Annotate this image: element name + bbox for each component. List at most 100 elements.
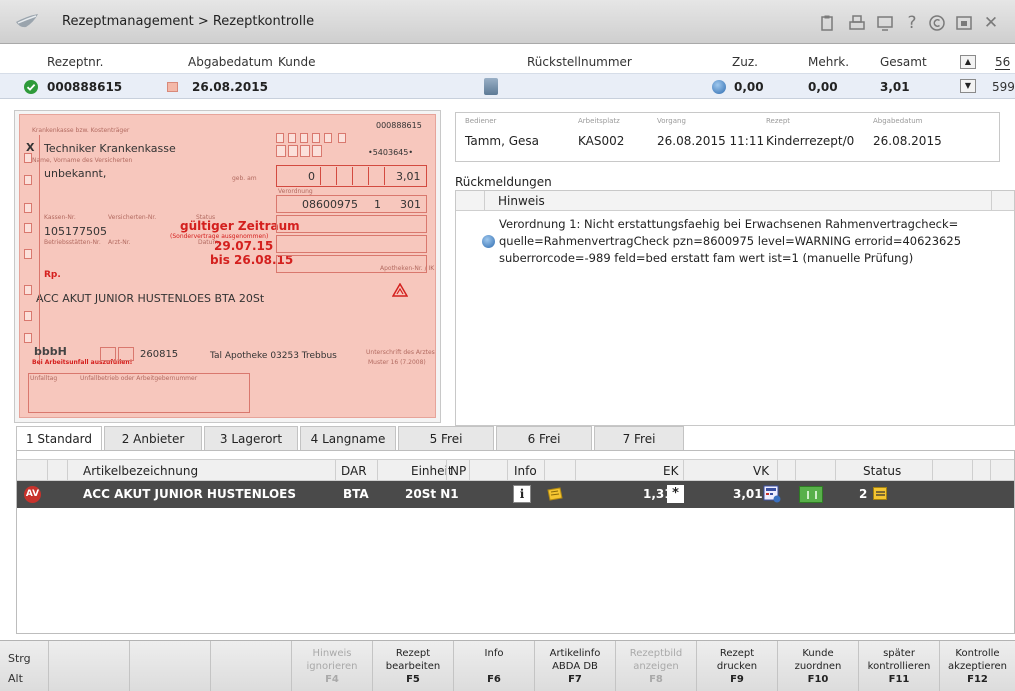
- form-apotheke: Tal Apotheke 03253 Trebbus: [210, 351, 337, 361]
- globe-icon: [482, 235, 495, 248]
- spaeter-kontrollieren-button[interactable]: später kontrollieren F11: [858, 641, 939, 691]
- hinweis-message[interactable]: Verordnung 1: Nicht erstattungsfaehig be…: [499, 216, 961, 267]
- previous-record-button[interactable]: ▲: [960, 55, 976, 69]
- selected-record-row[interactable]: [0, 73, 1015, 99]
- empty-key-3: [210, 641, 291, 691]
- form-menge: 1: [374, 198, 381, 211]
- window-layout-icon[interactable]: [955, 14, 973, 32]
- record-counter-top: 56: [995, 55, 1011, 70]
- info-button[interactable]: Info F6: [453, 641, 534, 691]
- bediener-value: Tamm, Gesa: [465, 134, 539, 148]
- form-code: 260815: [140, 349, 179, 360]
- tab-frei-7[interactable]: 7 Frei: [594, 426, 684, 450]
- info-abgabedatum-label: Abgabedatum: [873, 117, 923, 125]
- form-arzt-label: Arzt-Nr.: [108, 239, 131, 246]
- note-icon[interactable]: [545, 485, 565, 503]
- form-signature: bbbH: [34, 345, 67, 358]
- function-key-bar: Strg Alt Hinweis ignorieren F4 Rezept bearb…: [0, 640, 1015, 691]
- close-icon[interactable]: ✕: [982, 14, 1000, 32]
- row-einheit: 20St N1: [405, 487, 459, 501]
- col-kunde[interactable]: Kunde: [278, 55, 315, 69]
- check-status-icon: [24, 80, 38, 94]
- kunde-zuordnen-button[interactable]: Kunde zuordnen F10: [777, 641, 858, 691]
- vorgang-value: 26.08.2015 11:11: [657, 134, 765, 148]
- artikelinfo-abda-button[interactable]: Artikelinfo ABDA DB F7: [534, 641, 615, 691]
- form-muster-label: Muster 16 (7.2008): [368, 359, 426, 366]
- info-icon[interactable]: i: [513, 485, 531, 503]
- rezeptbild-anzeigen-button[interactable]: Rezeptbild anzeigen F8: [615, 641, 696, 691]
- col-np[interactable]: NP: [450, 464, 466, 478]
- article-table: Artikelbezeichnung DAR Einheit NP Info E…: [16, 450, 1015, 634]
- form-versicherten-label: Versicherten-Nr.: [108, 214, 157, 221]
- empty-key-1: [48, 641, 129, 691]
- col-hinweis[interactable]: Hinweis: [498, 194, 545, 208]
- title-bar: Rezeptmanagement > Rezeptkontrolle ? ✕: [0, 0, 1015, 44]
- form-arbeitgeber-label: Unfallbetrieb oder Arbeitgebernummer: [80, 375, 198, 382]
- empty-key-2: [129, 641, 210, 691]
- form-faktor: 301: [400, 198, 421, 211]
- col-abgabedatum[interactable]: Abgabedatum: [188, 55, 273, 69]
- rezept-bearbeiten-button[interactable]: Rezept bearbeiten F5: [372, 641, 453, 691]
- col-mehrk[interactable]: Mehrk.: [808, 55, 849, 69]
- mehrk-value: 0,00: [808, 80, 838, 94]
- form-name-label: Name, Vorname des Versicherten: [32, 157, 133, 164]
- col-rezeptnr[interactable]: Rezeptnr.: [47, 55, 103, 69]
- modifier-alt: Alt: [8, 672, 23, 685]
- window-title: Rezeptmanagement > Rezeptkontrolle: [62, 14, 315, 29]
- status-note-icon: [873, 487, 887, 500]
- clipboard-icon[interactable]: [818, 14, 836, 32]
- form-name: unbekannt,: [44, 167, 107, 180]
- col-ek[interactable]: EK: [663, 464, 678, 478]
- printer-icon[interactable]: [848, 14, 866, 32]
- copyright-icon[interactable]: [928, 14, 946, 32]
- form-geb-label: geb. am: [232, 175, 257, 182]
- row-artikel: ACC AKUT JUNIOR HUSTENLOES: [83, 487, 297, 501]
- zuz-value: 0,00: [734, 80, 764, 94]
- hinweis-ignorieren-button[interactable]: Hinweis ignorieren F4: [291, 641, 372, 691]
- rezept-value: Kinderrezept/0: [766, 134, 855, 148]
- tab-langname[interactable]: 4 Langname: [300, 426, 396, 450]
- modifier-strg: Strg: [8, 652, 31, 665]
- col-status[interactable]: Status: [863, 464, 901, 478]
- row-dar: BTA: [343, 487, 369, 501]
- next-record-button[interactable]: ▼: [960, 79, 976, 93]
- tab-standard[interactable]: 1 Standard: [16, 426, 102, 452]
- gesamt-value: 3,01: [880, 80, 910, 94]
- col-info[interactable]: Info: [514, 464, 537, 478]
- col-zuz[interactable]: Zuz.: [732, 55, 758, 69]
- kontrolle-akzeptieren-button[interactable]: Kontrolle akzeptieren F12: [939, 641, 1015, 691]
- stock-icon[interactable]: [799, 486, 823, 503]
- col-gesamt[interactable]: Gesamt: [880, 55, 927, 69]
- form-rp: Rp.: [44, 270, 61, 280]
- help-icon[interactable]: ?: [903, 14, 921, 32]
- form-artikel: ACC AKUT JUNIOR HUSTENLOES BTA 20St: [36, 292, 265, 305]
- form-kostentraeger-label: Kassen-Nr.: [44, 214, 76, 221]
- form-number: 000888615: [376, 121, 422, 130]
- rezept-drucken-button[interactable]: Rezept drucken F9: [696, 641, 777, 691]
- tab-frei-5[interactable]: 5 Frei: [398, 426, 494, 450]
- table-row[interactable]: AV ACC AKUT JUNIOR HUSTENLOES BTA 20St N…: [17, 481, 1014, 508]
- tab-frei-6[interactable]: 6 Frei: [496, 426, 592, 450]
- form-warning-icon: [391, 282, 409, 297]
- form-verordnung-label: Verordnung: [278, 188, 313, 195]
- prescription-form-icon: [167, 82, 178, 92]
- hinweis-header: Hinweis: [456, 191, 1014, 211]
- hinweis-line-2: quelle=RahmenvertragCheck pzn=8600975 le…: [499, 234, 962, 248]
- col-rueckstellnummer[interactable]: Rückstellnummer: [527, 55, 632, 69]
- col-vk[interactable]: VK: [753, 464, 769, 478]
- hinweis-line-3: suberrorcode=-989 feld=bed erstatt fam w…: [499, 251, 914, 265]
- rezept-label: Rezept: [766, 117, 791, 125]
- calculator-icon[interactable]: [763, 485, 781, 503]
- col-dar[interactable]: DAR: [341, 464, 367, 478]
- monitor-icon[interactable]: [876, 14, 894, 32]
- tab-bar: 1 Standard 2 Anbieter 3 Lagerort 4 Langn…: [16, 426, 686, 452]
- tab-lagerort[interactable]: 3 Lagerort: [204, 426, 298, 450]
- form-betriebs-label: Betriebsstätten-Nr.: [44, 239, 101, 246]
- info-abgabedatum-value: 26.08.2015: [873, 134, 942, 148]
- tab-anbieter[interactable]: 2 Anbieter: [104, 426, 202, 450]
- col-artikelbezeichnung[interactable]: Artikelbezeichnung: [83, 464, 198, 478]
- article-table-header: Artikelbezeichnung DAR Einheit NP Info E…: [17, 459, 1014, 481]
- arbeitsplatz-value: KAS002: [578, 134, 625, 148]
- form-betrag: 3,01: [396, 170, 421, 183]
- ek-mark: *: [667, 485, 684, 503]
